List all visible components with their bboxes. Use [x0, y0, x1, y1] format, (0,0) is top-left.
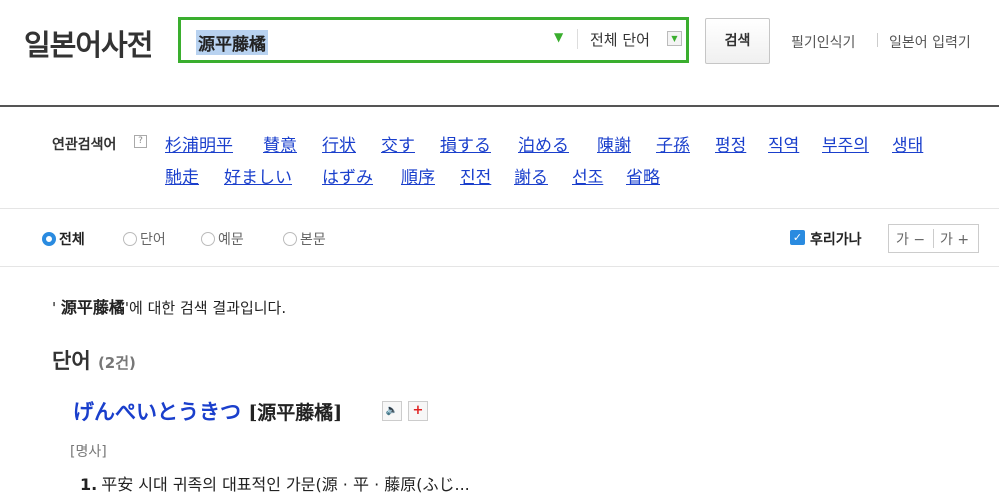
filter-label: 본문 [300, 232, 326, 248]
font-size-decrease-button[interactable]: 가 − [896, 229, 925, 249]
definition-text: 平安 시대 귀족의 대표적인 가문(源 · 平 · 藤原(ふじ... [101, 475, 470, 494]
filter-label: 예문 [218, 232, 244, 248]
related-term[interactable]: 杉浦明平 [165, 131, 233, 156]
entry-headword[interactable]: げんぺいとうきつ [源平藤橘] [73, 396, 342, 426]
entry-reading[interactable]: げんぺいとうきつ [73, 399, 241, 424]
search-box[interactable]: 源平藤橘 ▼ 전체 단어 ▼ [178, 17, 689, 63]
search-input[interactable]: 源平藤橘 [196, 30, 268, 55]
result-summary: ' 源平藤橘'에 대한 검색 결과입니다. [52, 294, 286, 318]
related-term[interactable]: 行状 [322, 131, 356, 156]
filter-radio-body[interactable]: 본문 [283, 229, 326, 249]
font-size-control: 가 − 가 + [888, 224, 979, 253]
dictionary-logo[interactable]: 일본어사전 [24, 22, 153, 64]
add-to-wordbook-icon[interactable]: + [408, 401, 428, 421]
section-count: (2건) [97, 354, 136, 372]
furigana-checkbox[interactable]: ✓ [790, 230, 805, 245]
autocomplete-toggle-icon[interactable]: ▼ [554, 30, 563, 44]
filter-radio-examples[interactable]: 예문 [201, 229, 244, 249]
definition-line: 1. 平安 시대 귀족의 대표적인 가문(源 · 平 · 藤原(ふじ... [80, 471, 470, 495]
related-searches-label: 연관검색어 [52, 137, 117, 153]
search-button[interactable]: 검색 [705, 18, 770, 64]
link-divider [877, 33, 878, 47]
related-term[interactable]: 泊める [518, 131, 569, 156]
handwriting-recognizer-link[interactable]: 필기인식기 [791, 32, 855, 52]
filter-radio-words[interactable]: 단어 [123, 229, 166, 249]
section-divider [0, 266, 999, 267]
related-term[interactable]: 선조 [572, 163, 603, 188]
section-title: 단어 (2건) [52, 345, 136, 375]
radio-icon [283, 232, 297, 246]
part-of-speech: [명사] [70, 444, 107, 460]
japanese-input-link[interactable]: 일본어 입력기 [889, 32, 971, 52]
radio-icon [201, 232, 215, 246]
related-term[interactable]: 順序 [401, 163, 435, 188]
related-term[interactable]: 謝る [514, 163, 548, 188]
related-term[interactable]: 부주의 [822, 131, 869, 156]
filter-label: 단어 [140, 232, 166, 248]
related-term[interactable]: 생태 [892, 131, 923, 156]
header-divider [0, 105, 999, 107]
related-term[interactable]: 交す [381, 131, 415, 156]
related-term[interactable]: 賛意 [263, 131, 297, 156]
filter-label: 전체 [59, 232, 85, 248]
related-term[interactable]: 평정 [715, 131, 746, 156]
radio-icon [123, 232, 137, 246]
related-term[interactable]: はずみ [322, 163, 373, 188]
related-term[interactable]: 子孫 [656, 131, 690, 156]
chevron-down-icon[interactable]: ▼ [667, 31, 682, 46]
related-term[interactable]: 진전 [460, 163, 491, 188]
filter-radio-all[interactable]: 전체 [42, 229, 85, 249]
section-title-text: 단어 [52, 349, 91, 373]
entry-kanji: [源平藤橘] [248, 402, 343, 424]
summary-quote: ' [52, 299, 61, 317]
related-term[interactable]: 陳謝 [597, 131, 631, 156]
related-term[interactable]: 省略 [626, 163, 660, 188]
summary-suffix: '에 대한 검색 결과입니다. [124, 299, 287, 317]
related-term[interactable]: 好ましい [224, 163, 292, 188]
definition-number: 1. [80, 475, 98, 494]
summary-query: 源平藤橘 [60, 298, 125, 317]
section-divider [0, 208, 999, 209]
help-icon[interactable]: ? [134, 135, 147, 148]
search-divider [577, 29, 578, 49]
search-scope-select[interactable]: 전체 단어 [590, 29, 650, 50]
furigana-label[interactable]: 후리가나 [810, 229, 862, 249]
font-size-increase-button[interactable]: 가 + [940, 229, 969, 249]
speaker-icon[interactable]: 🔈 [382, 401, 402, 421]
related-term[interactable]: 損する [440, 131, 491, 156]
related-term[interactable]: 馳走 [165, 163, 199, 188]
size-divider [933, 229, 934, 248]
related-term[interactable]: 직역 [768, 131, 799, 156]
radio-icon [42, 232, 56, 246]
